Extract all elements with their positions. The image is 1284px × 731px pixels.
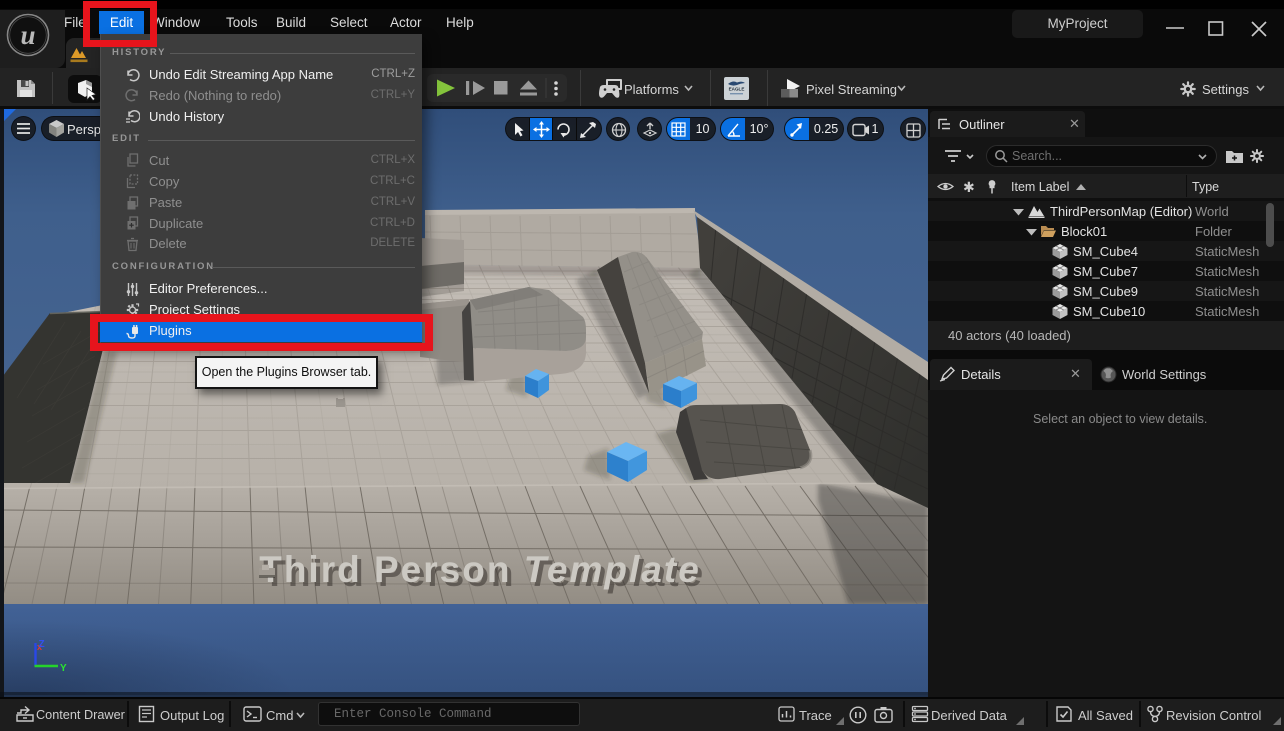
svg-text:Third Person Template: Third Person Template [259,549,701,590]
svg-text:Z: Z [39,639,45,650]
svg-text:u: u [20,20,35,50]
svg-text:Y: Y [60,663,67,674]
svg-text:EAGLE: EAGLE [729,87,745,92]
